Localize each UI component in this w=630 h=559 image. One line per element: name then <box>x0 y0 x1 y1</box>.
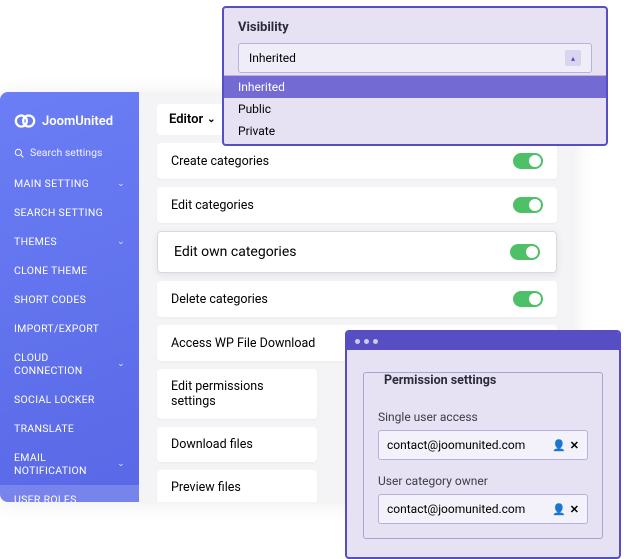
field-label-category-owner: User category owner <box>378 474 588 488</box>
single-user-access-input[interactable]: contact@joomunited.com 👤 ✕ <box>378 430 588 460</box>
user-category-owner-input[interactable]: contact@joomunited.com 👤 ✕ <box>378 494 588 524</box>
brand-name: JoomUnited <box>42 114 113 129</box>
toggle-edit-own-categories[interactable] <box>510 244 540 260</box>
visibility-title: Visibility <box>238 20 592 35</box>
user-icon[interactable]: 👤 <box>552 503 566 516</box>
close-icon[interactable]: ✕ <box>570 503 579 516</box>
field-value: contact@joomunited.com <box>387 502 525 516</box>
field-value: contact@joomunited.com <box>387 438 525 452</box>
toggle-edit-categories[interactable] <box>513 197 543 213</box>
visibility-selected: Inherited <box>249 51 296 65</box>
permission-fieldset: Permission settings Single user access c… <box>363 372 603 539</box>
search-placeholder: Search settings <box>30 146 102 159</box>
brand: JoomUnited <box>0 110 139 146</box>
window-dot-icon <box>364 339 369 344</box>
sidebar-item-main-setting[interactable]: MAIN SETTING⌄ <box>0 169 139 198</box>
brand-logo-icon <box>14 110 36 132</box>
visibility-option-private[interactable]: Private <box>224 120 606 144</box>
panel-body: Permission settings Single user access c… <box>347 350 619 557</box>
visibility-popover: Visibility Inherited ▴ Inherited Public … <box>222 6 608 146</box>
sidebar-item-themes[interactable]: THEMES⌄ <box>0 227 139 256</box>
visibility-option-public[interactable]: Public <box>224 98 606 120</box>
chevron-down-icon: ⌄ <box>117 359 125 369</box>
sidebar-nav: MAIN SETTING⌄ SEARCH SETTING THEMES⌄ CLO… <box>0 169 139 502</box>
tab-label: Editor <box>169 112 203 127</box>
permission-settings-panel: Permission settings Single user access c… <box>345 330 621 559</box>
fieldset-legend: Permission settings <box>380 373 500 388</box>
tab-editor[interactable]: Editor ⌄ <box>157 104 228 135</box>
chevron-down-icon: ⌄ <box>207 114 215 125</box>
perm-row-edit-own-categories: Edit own categories <box>157 231 557 273</box>
perm-row-preview-files: Preview files <box>157 470 317 502</box>
visibility-option-inherited[interactable]: Inherited <box>224 76 606 98</box>
close-icon[interactable]: ✕ <box>570 439 579 452</box>
perm-row-edit-categories: Edit categories <box>157 187 557 223</box>
user-icon[interactable]: 👤 <box>552 439 566 452</box>
window-dot-icon <box>355 339 360 344</box>
chevron-down-icon: ⌄ <box>117 459 125 469</box>
window-dot-icon <box>373 339 378 344</box>
sidebar: JoomUnited Search settings MAIN SETTING⌄… <box>0 92 139 502</box>
sidebar-item-social-locker[interactable]: SOCIAL LOCKER <box>0 385 139 414</box>
toggle-create-categories[interactable] <box>513 153 543 169</box>
panel-titlebar[interactable] <box>347 332 619 350</box>
perm-row-download-files: Download files <box>157 427 317 462</box>
visibility-dropdown: Inherited Public Private <box>224 75 606 144</box>
chevron-up-icon: ▴ <box>565 50 581 66</box>
sidebar-item-cloud-connection[interactable]: CLOUD CONNECTION⌄ <box>0 343 139 385</box>
search-icon <box>14 148 24 158</box>
sidebar-item-short-codes[interactable]: SHORT CODES <box>0 285 139 314</box>
toggle-delete-categories[interactable] <box>513 291 543 307</box>
perm-row-delete-categories: Delete categories <box>157 281 557 317</box>
chevron-down-icon: ⌄ <box>117 179 125 189</box>
visibility-select[interactable]: Inherited ▴ <box>238 43 592 73</box>
sidebar-item-user-roles[interactable]: USER ROLES <box>0 485 139 502</box>
sidebar-item-translate[interactable]: TRANSLATE <box>0 414 139 443</box>
sidebar-item-import-export[interactable]: IMPORT/EXPORT <box>0 314 139 343</box>
sidebar-item-email-notification[interactable]: EMAIL NOTIFICATION⌄ <box>0 443 139 485</box>
field-label-single-user: Single user access <box>378 410 588 424</box>
search-input[interactable]: Search settings <box>14 146 125 159</box>
sidebar-item-clone-theme[interactable]: CLONE THEME <box>0 256 139 285</box>
chevron-down-icon: ⌄ <box>117 237 125 247</box>
sidebar-item-search-setting[interactable]: SEARCH SETTING <box>0 198 139 227</box>
perm-row-create-categories: Create categories <box>157 143 557 179</box>
perm-row-edit-permissions: Edit permissions settings <box>157 369 317 419</box>
